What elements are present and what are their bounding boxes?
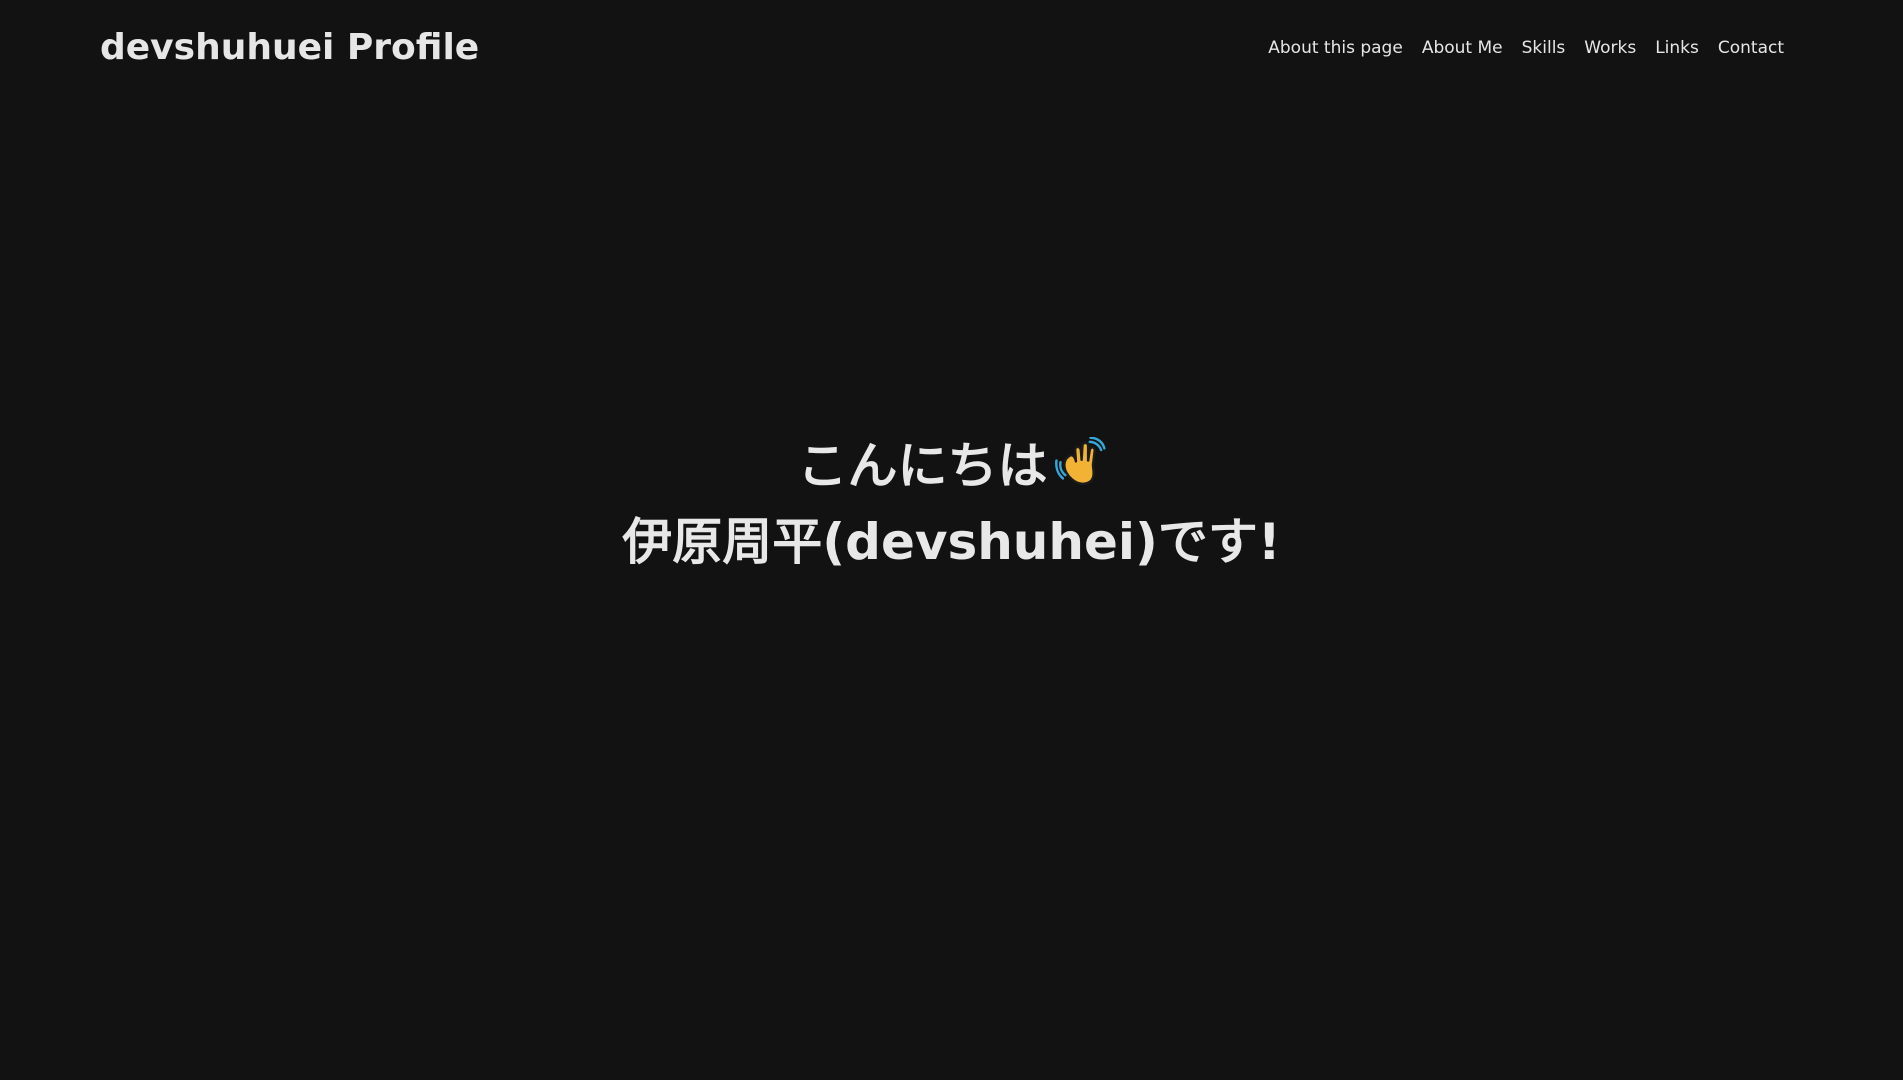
hero-intro: 伊原周平(devshuhei)です! [622, 513, 1281, 571]
site-title[interactable]: devshuhuei Profile [100, 24, 479, 72]
main-nav: About this page About Me Skills Works Li… [1268, 36, 1784, 60]
waving-hand-icon [1054, 437, 1106, 486]
nav-works[interactable]: Works [1584, 36, 1636, 60]
hero-greeting: こんにちは [797, 437, 1048, 495]
nav-about-me[interactable]: About Me [1422, 36, 1503, 60]
nav-skills[interactable]: Skills [1522, 36, 1566, 60]
nav-contact[interactable]: Contact [1718, 36, 1784, 60]
site-header: devshuhuei Profile About this page About… [0, 0, 1903, 96]
hero-section: こんにちは 伊原周平(devshuhei)です! [0, 428, 1903, 580]
nav-about-this-page[interactable]: About this page [1268, 36, 1403, 60]
nav-links[interactable]: Links [1655, 36, 1699, 60]
hero-greeting-line: こんにちは [0, 428, 1903, 504]
